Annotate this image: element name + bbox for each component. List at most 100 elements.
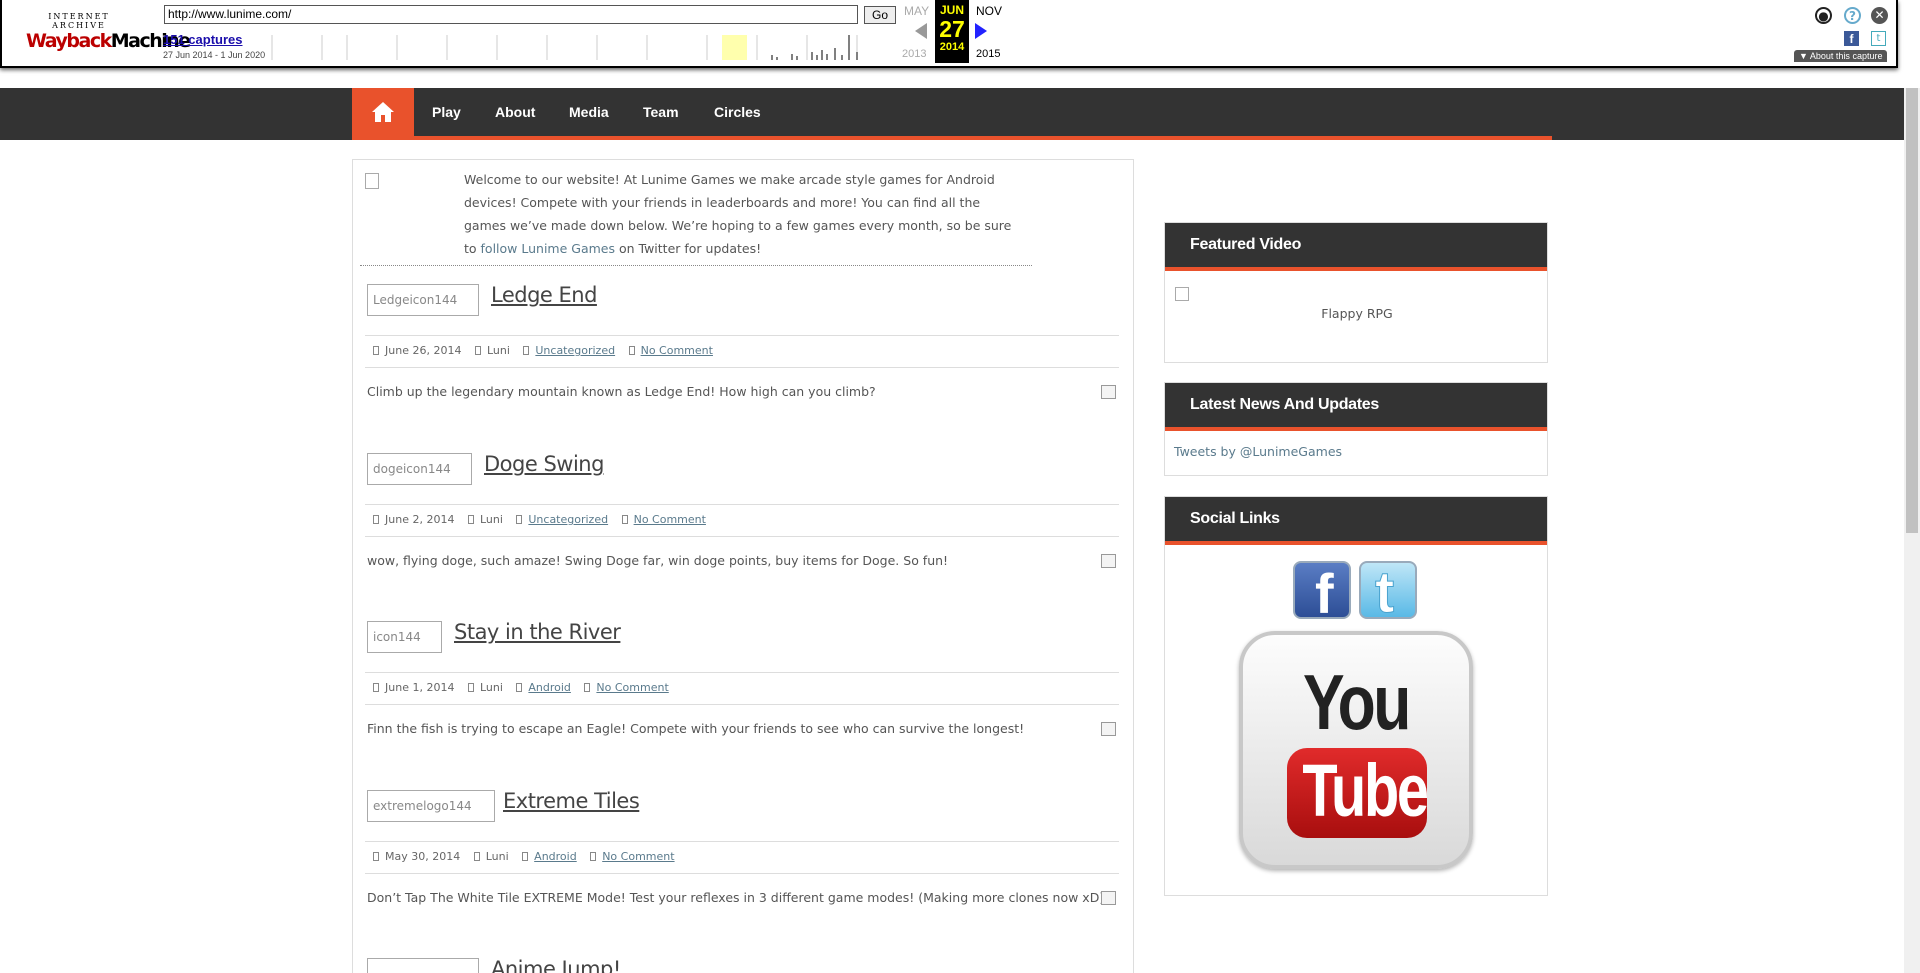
user-icon[interactable]: ● bbox=[1815, 7, 1832, 24]
nav-inner: Play About Media Team Circles bbox=[352, 88, 1552, 140]
wayback-prev-month[interactable]: MAY bbox=[904, 4, 929, 18]
wayback-current-year: 2014 bbox=[939, 41, 965, 53]
widget-title: Latest News And Updates bbox=[1165, 383, 1547, 431]
close-icon[interactable]: ✕ bbox=[1871, 7, 1888, 24]
twitter-icon[interactable]: t bbox=[1359, 560, 1417, 626]
post-date: June 26, 2014 bbox=[385, 344, 462, 357]
next-capture-arrow-icon[interactable] bbox=[975, 23, 987, 39]
wayback-logo-top: INTERNET ARCHIVE bbox=[48, 12, 110, 30]
post-title-link[interactable]: Stay in the River bbox=[454, 620, 621, 644]
user-icon bbox=[474, 346, 481, 355]
wayback-current-month: JUN bbox=[939, 3, 964, 17]
wayback-url-input[interactable]: http://www.lunime.com/ bbox=[164, 5, 858, 24]
post-excerpt: Finn the fish is trying to escape an Eag… bbox=[367, 721, 1025, 736]
folder-icon bbox=[522, 852, 529, 861]
post-thumbnail[interactable] bbox=[367, 958, 479, 973]
user-icon bbox=[467, 683, 474, 692]
nav-item-media[interactable]: Media bbox=[569, 104, 609, 120]
post-date: June 1, 2014 bbox=[385, 681, 455, 694]
post-thumbnail[interactable]: Ledgeicon144 bbox=[367, 284, 479, 316]
divider bbox=[365, 367, 1119, 368]
post-author: Luni bbox=[485, 850, 509, 863]
featured-video-widget: Featured Video Flappy RPG bbox=[1164, 222, 1548, 363]
scrollbar-thumb[interactable] bbox=[1906, 88, 1918, 533]
post-excerpt: Climb up the legendary mountain known as… bbox=[367, 384, 876, 399]
main-content: Welcome to our website! At Lunime Games … bbox=[352, 159, 1134, 973]
post-comments-link[interactable]: No Comment bbox=[641, 344, 713, 357]
post-comments-link[interactable]: No Comment bbox=[596, 681, 668, 694]
folder-icon bbox=[523, 346, 530, 355]
wayback-logo[interactable]: INTERNET ARCHIVE WaybackMachine bbox=[26, 12, 191, 52]
calendar-icon bbox=[373, 515, 379, 524]
divider bbox=[365, 672, 1119, 673]
nav-item-play[interactable]: Play bbox=[432, 104, 461, 120]
post-author: Luni bbox=[486, 344, 510, 357]
divider bbox=[365, 873, 1119, 874]
wayback-prev-year[interactable]: 2013 bbox=[902, 48, 926, 60]
twitter-share-icon[interactable]: t bbox=[1871, 31, 1886, 46]
post-image[interactable] bbox=[1101, 891, 1116, 905]
wayback-go-button[interactable]: Go bbox=[864, 6, 896, 24]
post-comments-link[interactable]: No Comment bbox=[634, 513, 706, 526]
post-title-link[interactable]: Anime Jump! bbox=[491, 957, 621, 973]
wayback-capture-range: 27 Jun 2014 - 1 Jun 2020 bbox=[163, 50, 266, 60]
post-thumbnail[interactable]: extremelogo144 bbox=[367, 790, 495, 822]
news-widget: Latest News And Updates Tweets by @Lunim… bbox=[1164, 382, 1548, 476]
wayback-next-month[interactable]: NOV bbox=[976, 4, 1002, 18]
post-image[interactable] bbox=[1101, 554, 1116, 568]
post-image[interactable] bbox=[1101, 722, 1116, 736]
help-icon[interactable]: ? bbox=[1844, 7, 1861, 24]
wayback-toolbar: INTERNET ARCHIVE WaybackMachine http://w… bbox=[0, 0, 1898, 68]
post-title-link[interactable]: Ledge End bbox=[491, 283, 597, 307]
follow-twitter-link[interactable]: follow Lunime Games bbox=[481, 241, 615, 256]
post-thumbnail[interactable]: icon144 bbox=[367, 621, 442, 653]
wayback-current-date: JUN 27 2014 bbox=[935, 0, 969, 63]
post-image[interactable] bbox=[1101, 385, 1116, 399]
welcome-image bbox=[365, 173, 379, 189]
calendar-icon bbox=[373, 346, 379, 355]
calendar-icon bbox=[373, 852, 379, 861]
post-title-link[interactable]: Extreme Tiles bbox=[503, 789, 640, 813]
twitter-glyph: t bbox=[1374, 560, 1395, 626]
about-capture-button[interactable]: ▼ About this capture bbox=[1794, 50, 1888, 62]
welcome-text: Welcome to our website! At Lunime Games … bbox=[464, 168, 1024, 260]
post-category-link[interactable]: Android bbox=[528, 681, 571, 694]
post-author: Luni bbox=[479, 513, 503, 526]
widget-body: f t You Tube bbox=[1165, 545, 1547, 889]
post-date: May 30, 2014 bbox=[385, 850, 461, 863]
facebook-glyph: f bbox=[1315, 562, 1334, 625]
nav-item-circles[interactable]: Circles bbox=[714, 104, 761, 120]
prev-capture-arrow-icon[interactable] bbox=[915, 23, 927, 39]
facebook-share-icon[interactable]: f bbox=[1844, 31, 1859, 46]
post-title-link[interactable]: Doge Swing bbox=[484, 452, 604, 476]
divider bbox=[365, 841, 1119, 842]
post-category-link[interactable]: Uncategorized bbox=[528, 513, 608, 526]
post-date: June 2, 2014 bbox=[385, 513, 455, 526]
divider bbox=[365, 704, 1119, 705]
divider bbox=[360, 265, 1032, 266]
facebook-icon[interactable]: f bbox=[1293, 561, 1351, 625]
social-links-widget: Social Links f t You Tube bbox=[1164, 496, 1548, 896]
user-icon bbox=[473, 852, 480, 861]
wayback-captures-link[interactable]: 151 captures bbox=[163, 32, 243, 47]
youtube-you-label: You bbox=[1302, 658, 1411, 746]
wayback-next-year[interactable]: 2015 bbox=[976, 48, 1000, 60]
tweets-link[interactable]: Tweets by @LunimeGames bbox=[1174, 444, 1342, 459]
post-comments-link[interactable]: No Comment bbox=[602, 850, 674, 863]
wayback-logo-main: WaybackMachine bbox=[26, 30, 191, 52]
widget-title: Featured Video bbox=[1165, 223, 1547, 271]
post-category-link[interactable]: Android bbox=[534, 850, 577, 863]
comment-icon bbox=[590, 852, 597, 861]
nav-item-about[interactable]: About bbox=[495, 104, 535, 120]
nav-item-team[interactable]: Team bbox=[643, 104, 679, 120]
post-excerpt: wow, flying doge, such amaze! Swing Doge… bbox=[367, 553, 949, 568]
wayback-sparkline[interactable] bbox=[267, 30, 887, 60]
post-thumbnail[interactable]: dogeicon144 bbox=[367, 453, 472, 485]
home-icon[interactable] bbox=[352, 88, 414, 136]
youtube-icon[interactable]: You Tube bbox=[1239, 631, 1473, 869]
divider bbox=[365, 335, 1119, 336]
youtube-tube-box: Tube bbox=[1287, 748, 1429, 838]
post-excerpt: Don’t Tap The White Tile EXTREME Mode! T… bbox=[367, 890, 1105, 905]
post-category-link[interactable]: Uncategorized bbox=[535, 344, 615, 357]
comment-icon bbox=[628, 346, 635, 355]
